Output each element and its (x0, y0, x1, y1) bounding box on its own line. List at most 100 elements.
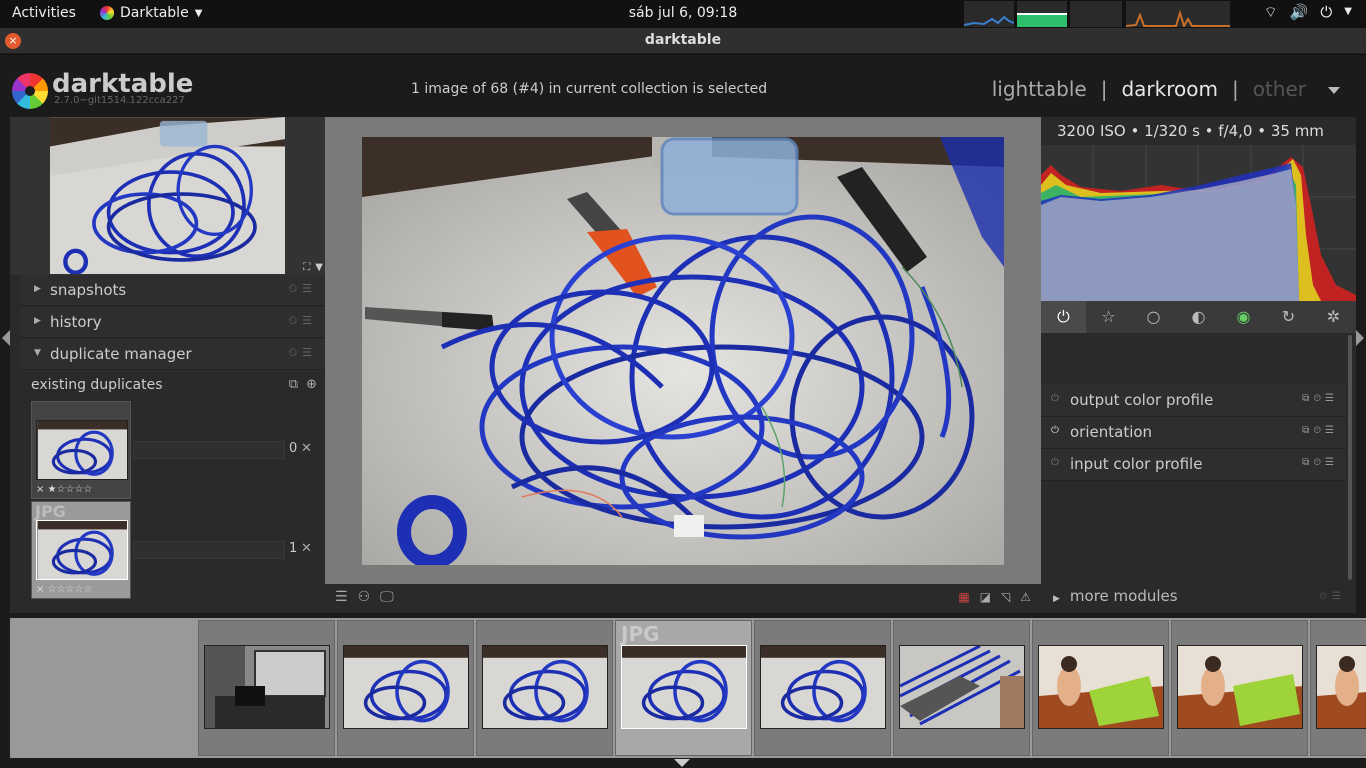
duplicate-thumbnail-selected[interactable]: JPG × ☆☆☆☆☆ (31, 501, 131, 599)
film-thumbnail[interactable] (476, 620, 613, 756)
view-darkroom[interactable]: darkroom (1121, 77, 1218, 101)
film-thumbnail-selected[interactable]: JPG (615, 620, 752, 756)
module-snapshots[interactable]: ▶ snapshots ⏲☰ (20, 275, 325, 306)
view-other[interactable]: other (1253, 77, 1306, 101)
film-thumbnail[interactable] (754, 620, 891, 756)
film-image[interactable] (899, 645, 1025, 729)
expand-arrow-icon: ▶ (34, 316, 41, 326)
softproof-icon[interactable]: ▦ (958, 590, 969, 604)
expand-arrow-icon: ▶ (34, 284, 41, 294)
duplicate-add-icon[interactable]: ⊕ (306, 377, 317, 392)
app-menu[interactable]: Darktable ▼ (100, 5, 202, 21)
module-input-color-profile[interactable]: ⏻ input color profile ⧉⏲☰ (1041, 449, 1346, 481)
module-power-icon[interactable]: ⏻ (1051, 425, 1059, 436)
film-image[interactable] (204, 645, 330, 729)
navigation-zoom[interactable]: ⛶ ▼ (303, 262, 323, 273)
group-active-modules-icon[interactable]: ⏻ (1041, 301, 1086, 333)
system-monitor-swap[interactable] (1070, 1, 1122, 27)
module-power-icon[interactable]: ⏻ (1051, 457, 1059, 468)
right-panel: 3200 ISO • 1/320 s • f/4,0 • 35 mm ⏻ ☆ ○ (1041, 117, 1356, 613)
file-type-badge: JPG (35, 502, 66, 521)
fullscreen-icon[interactable]: ⛶ (303, 262, 310, 273)
duplicate-name-field[interactable] (133, 541, 285, 559)
chevron-down-icon[interactable]: ▼ (1344, 3, 1352, 22)
group-color-icon[interactable]: ◉ (1221, 301, 1266, 333)
navigation-thumbnail[interactable] (50, 117, 285, 274)
module-duplicate-manager[interactable]: ▼ duplicate manager ⏲☰ (20, 339, 325, 370)
duplicate-image[interactable] (36, 520, 128, 580)
cpu-graph-icon (963, 15, 1015, 26)
module-output-color-profile[interactable]: ⏻ output color profile ⧉⏲☰ (1041, 385, 1346, 417)
group-favorites-icon[interactable]: ☆ (1086, 301, 1131, 333)
quick-access-menu-icon[interactable]: ☰ (335, 589, 348, 605)
right-panel-scrollbar[interactable] (1348, 335, 1352, 580)
chevron-down-icon[interactable]: ▼ (315, 262, 323, 273)
center-toolbar: ☰ ⚇ 🖵 ▦ ◪ ◹ ⚠ (325, 584, 1041, 613)
film-image[interactable] (1177, 645, 1303, 729)
header: darktable 2.7.0~git1514.122cca227 1 imag… (0, 55, 1366, 117)
module-power-icon[interactable]: ⏻ (1051, 393, 1059, 404)
duplicates-title: existing duplicates (31, 377, 163, 393)
center-view[interactable] (325, 117, 1041, 584)
wires-photo-icon (622, 646, 746, 728)
group-tone-icon[interactable]: ◐ (1176, 301, 1221, 333)
film-image[interactable] (1316, 645, 1366, 729)
film-thumbnail[interactable] (337, 620, 474, 756)
navigation-module[interactable]: ⛶ ▼ (10, 117, 325, 275)
histogram[interactable] (1041, 145, 1356, 301)
duplicate-version-number: 0 (289, 441, 298, 456)
film-image[interactable] (482, 645, 608, 729)
view-lighttable[interactable]: lighttable (992, 77, 1087, 101)
module-history[interactable]: ▶ history ⏲☰ (20, 307, 325, 338)
module-action-icons[interactable]: ⧉⏲☰ (1302, 457, 1338, 468)
module-preset-icons[interactable]: ⏲☰ (1319, 591, 1346, 602)
film-thumbnail[interactable] (198, 620, 335, 756)
group-effects-icon[interactable]: ✲ (1311, 301, 1356, 333)
collapse-right-panel-icon[interactable] (1356, 330, 1364, 346)
film-thumbnail[interactable] (1310, 620, 1366, 756)
group-basic-icon[interactable]: ○ (1131, 301, 1176, 333)
module-preset-icons[interactable]: ⏲☰ (289, 314, 317, 328)
duplicate-name-field[interactable] (133, 441, 285, 459)
duplicate-copy-icon[interactable]: ⧉ (289, 377, 298, 392)
activities-button[interactable]: Activities (12, 5, 76, 21)
duplicate-image[interactable] (36, 420, 128, 480)
collapse-left-panel-icon[interactable] (2, 330, 10, 346)
film-image[interactable] (343, 645, 469, 729)
duplicate-thumbnail[interactable]: × ★☆☆☆☆ (31, 401, 131, 499)
rating-stars[interactable]: × ☆☆☆☆☆ (36, 584, 92, 595)
film-image[interactable] (760, 645, 886, 729)
module-orientation[interactable]: ⏻ orientation ⧉⏲☰ (1041, 417, 1346, 449)
file-type-badge: JPG (621, 622, 660, 646)
volume-icon[interactable]: 🔊 (1290, 3, 1309, 22)
film-thumbnail[interactable] (1171, 620, 1308, 756)
delete-duplicate-icon[interactable]: ✕ (301, 441, 312, 456)
warning-icon[interactable]: ⚠ (1020, 590, 1031, 604)
second-window-icon[interactable]: 🖵 (380, 589, 394, 605)
module-preset-icons[interactable]: ⏲☰ (289, 282, 317, 296)
filmstrip[interactable]: JPG (10, 618, 1366, 758)
system-monitor-memory[interactable] (1017, 1, 1067, 27)
film-thumbnail[interactable] (1032, 620, 1169, 756)
film-thumbnail[interactable] (893, 620, 1030, 756)
gamut-check-icon[interactable]: ◪ (980, 590, 991, 604)
system-tray[interactable]: ⌔ 🔊 ⏻ ▼ (1264, 3, 1352, 22)
styles-icon[interactable]: ⚇ (358, 589, 371, 605)
more-modules[interactable]: ▶ more modules (1053, 587, 1178, 605)
delete-duplicate-icon[interactable]: ✕ (301, 541, 312, 556)
system-monitor-cpu[interactable] (963, 1, 1015, 27)
rating-stars[interactable]: × ★☆☆☆☆ (36, 484, 92, 495)
module-preset-icons[interactable]: ⏲☰ (289, 346, 317, 360)
power-icon[interactable]: ⏻ (1320, 3, 1332, 22)
filmstrip-toggle-icon[interactable] (674, 759, 690, 767)
guides-icon[interactable]: ◹ (1001, 590, 1010, 604)
system-monitor-network[interactable] (1125, 1, 1230, 29)
chevron-down-icon[interactable] (1328, 87, 1340, 94)
film-image[interactable] (1038, 645, 1164, 729)
main-image[interactable] (362, 137, 1004, 565)
group-correct-icon[interactable]: ↻ (1266, 301, 1311, 333)
wifi-icon[interactable]: ⌔ (1264, 3, 1278, 22)
module-action-icons[interactable]: ⧉⏲☰ (1302, 425, 1338, 436)
module-action-icons[interactable]: ⧉⏲☰ (1302, 393, 1338, 404)
film-image[interactable] (621, 645, 747, 729)
